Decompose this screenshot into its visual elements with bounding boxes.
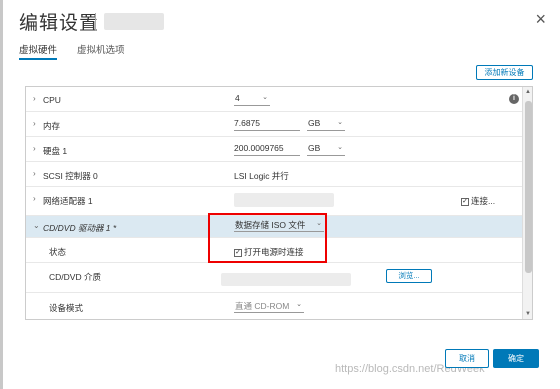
scroll-up-icon[interactable]: ▲ — [525, 89, 531, 95]
cancel-button[interactable]: 取消 — [445, 349, 489, 368]
cd-dvd-source-value: 数据存储 ISO 文件 — [235, 220, 306, 230]
network-select-redacted[interactable] — [234, 193, 334, 207]
tab-vm-options[interactable]: 虚拟机选项 — [77, 42, 125, 56]
chevron-right-icon[interactable]: › — [33, 169, 36, 178]
dialog-title: 编辑设置 — [19, 13, 100, 34]
browse-button[interactable]: 浏览... — [386, 269, 432, 283]
row-cd-dvd-media: CD/DVD 介质 — [26, 263, 522, 293]
disk1-label: 硬盘 1 — [43, 146, 68, 156]
info-icon[interactable]: i — [509, 94, 519, 104]
ok-button[interactable]: 确定 — [493, 349, 539, 368]
chevron-right-icon[interactable]: › — [33, 94, 36, 103]
row-scsi-controller[interactable]: › SCSI 控制器 0 LSI Logic 并行 — [26, 162, 522, 187]
memory-label: 内存 — [43, 121, 61, 131]
network-connect-checkbox[interactable]: ✓ 连接... — [461, 195, 495, 207]
memory-input[interactable]: 7.6875 — [234, 118, 300, 131]
row-status: 状态 ✓ 打开电源时连接 — [26, 238, 522, 263]
disk1-unit-select[interactable]: GB ⌄ — [307, 143, 345, 156]
row-memory[interactable]: › 内存 7.6875 GB ⌄ — [26, 112, 522, 137]
title-separator — [95, 13, 96, 31]
window-left-edge — [0, 0, 3, 389]
chevron-down-icon: ⌄ — [262, 94, 268, 101]
scsi-value: LSI Logic 并行 — [234, 171, 289, 181]
checkbox-checked-icon[interactable]: ✓ — [234, 248, 242, 257]
add-new-device-button[interactable]: 添加新设备 — [476, 65, 533, 80]
edit-settings-dialog: 编辑设置 × 虚拟硬件 虚拟机选项 添加新设备 › CPU 4 ⌄ i › 内存… — [0, 0, 560, 389]
memory-unit: GB — [308, 118, 321, 128]
chevron-down-icon[interactable]: ⌄ — [33, 221, 40, 230]
chevron-down-icon: ⌄ — [337, 119, 343, 126]
power-on-connect-checkbox[interactable]: ✓ 打开电源时连接 — [234, 246, 304, 258]
power-on-connect-label: 打开电源时连接 — [244, 247, 304, 257]
cpu-value: 4 — [235, 93, 240, 103]
row-disk1[interactable]: › 硬盘 1 200.0009765 GB ⌄ — [26, 137, 522, 162]
checkbox-checked-icon[interactable]: ✓ — [461, 197, 469, 206]
scroll-down-icon[interactable]: ▼ — [525, 311, 531, 317]
cpu-label: CPU — [43, 95, 61, 105]
chevron-down-icon: ⌄ — [337, 144, 343, 151]
scsi-label: SCSI 控制器 0 — [43, 171, 98, 181]
chevron-right-icon[interactable]: › — [33, 119, 36, 128]
row-network-adapter[interactable]: › 网络适配器 1 ✓ 连接... — [26, 187, 522, 216]
network-label: 网络适配器 1 — [43, 196, 93, 206]
cpu-select[interactable]: 4 ⌄ — [234, 93, 270, 106]
disk1-input[interactable]: 200.0009765 — [234, 143, 300, 156]
chevron-down-icon: ⌄ — [316, 220, 322, 227]
scrollbar-thumb[interactable] — [525, 101, 532, 273]
hardware-panel: › CPU 4 ⌄ i › 内存 7.6875 GB ⌄ › 硬盘 1 200.… — [25, 86, 533, 320]
tab-virtual-hardware[interactable]: 虚拟硬件 — [19, 42, 58, 60]
device-mode-value: 直通 CD-ROM — [235, 301, 290, 311]
device-mode-select[interactable]: 直通 CD-ROM ⌄ — [234, 300, 304, 313]
iso-path-redacted[interactable] — [221, 273, 351, 286]
memory-unit-select[interactable]: GB ⌄ — [307, 118, 345, 131]
row-device-mode: 设备模式 直通 CD-ROM ⌄ — [26, 293, 522, 319]
close-icon[interactable]: × — [535, 9, 546, 30]
cd-dvd-label: CD/DVD 驱动器 1 * — [43, 223, 117, 233]
row-cpu[interactable]: › CPU 4 ⌄ i — [26, 87, 522, 112]
row-cd-dvd-drive[interactable]: ⌄ CD/DVD 驱动器 1 * 数据存储 ISO 文件 ⌄ — [26, 216, 522, 238]
device-mode-label: 设备模式 — [49, 303, 84, 313]
cd-dvd-source-select[interactable]: 数据存储 ISO 文件 ⌄ — [234, 219, 324, 232]
vm-name-redacted — [104, 13, 164, 30]
disk1-unit: GB — [308, 143, 321, 153]
cd-media-label: CD/DVD 介质 — [49, 272, 101, 282]
status-label: 状态 — [49, 247, 67, 257]
panel-scrollbar[interactable]: ▲ ▼ — [522, 87, 532, 319]
chevron-down-icon: ⌄ — [296, 301, 302, 308]
network-connect-label: 连接... — [471, 196, 496, 206]
chevron-right-icon[interactable]: › — [33, 194, 36, 203]
chevron-right-icon[interactable]: › — [33, 144, 36, 153]
